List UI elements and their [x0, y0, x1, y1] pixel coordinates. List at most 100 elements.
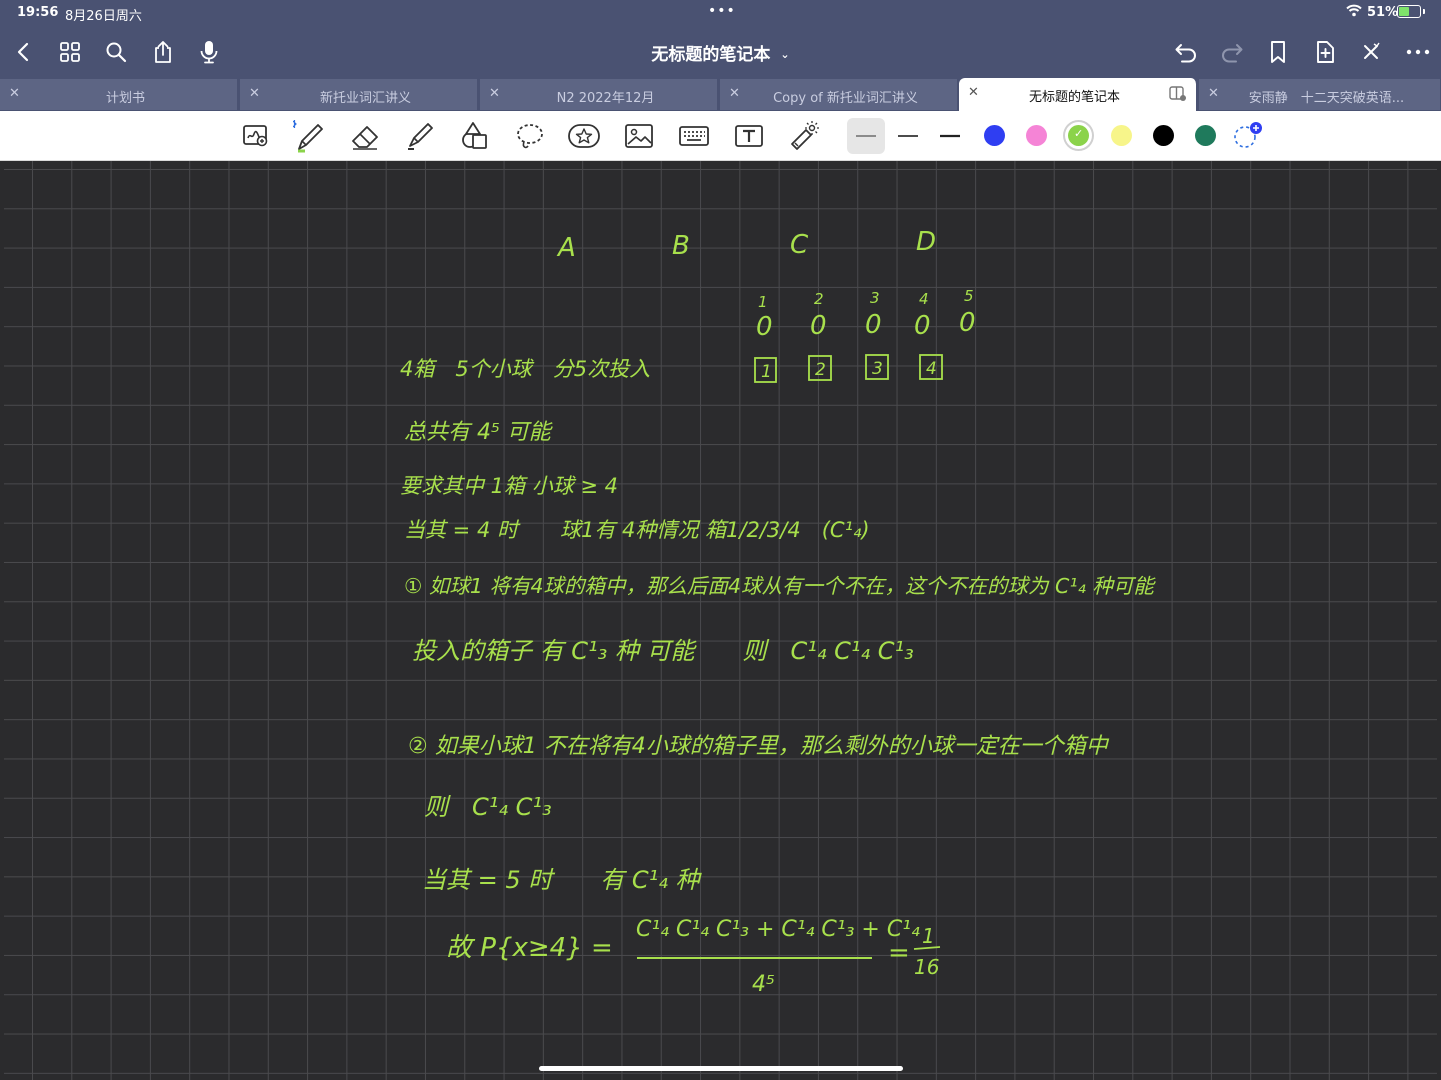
tab-close-icon[interactable]: ✕: [489, 86, 500, 101]
tab-untitled-notebook[interactable]: ✕ 无标题的笔记本: [959, 78, 1197, 111]
color-swatch-black[interactable]: [1153, 125, 1174, 146]
note-line-3: 要求其中 1箱 小球 ≥ 4: [400, 474, 618, 498]
undo-icon[interactable]: [1171, 37, 1201, 67]
drawing-toolbar: ✓: [0, 111, 1441, 161]
probability-formula: 故 P{x≥4} = C¹₄ C¹₄ C¹₃ + C¹₄ C¹₃ + C¹₄ 4…: [446, 917, 941, 997]
image-icon[interactable]: [622, 119, 656, 153]
text-box-icon[interactable]: [732, 119, 766, 153]
note-line-2: 总共有 4⁵ 可能: [404, 420, 554, 445]
ball-3: 03: [865, 289, 882, 340]
result-denominator: 16: [914, 955, 939, 979]
ball-circle: 0: [865, 310, 882, 340]
tab-label: N2 2022年12月: [556, 91, 655, 106]
ball-circle: 0: [756, 312, 773, 342]
laser-pointer-icon[interactable]: [787, 119, 821, 153]
tab-close-icon[interactable]: ✕: [249, 86, 260, 101]
tab-label: 新托业词汇讲义: [319, 91, 411, 106]
tab-n2[interactable]: ✕ N2 2022年12月: [480, 79, 718, 110]
chevron-down-icon[interactable]: ⌄: [780, 48, 789, 61]
battery-icon: [1397, 5, 1421, 18]
redo-icon[interactable]: [1217, 37, 1247, 67]
status-bar: 19:56 8月26日周六 ••• 51%: [0, 0, 1441, 26]
add-page-icon[interactable]: [1310, 37, 1340, 67]
color-swatch-pink[interactable]: [1026, 125, 1047, 146]
back-icon[interactable]: [8, 37, 38, 67]
tab-label: Copy of 新托业词汇讲义: [773, 91, 918, 106]
tab-english-book[interactable]: ✕ 安雨静 十二天突破英语...: [1199, 79, 1441, 110]
tab-close-icon[interactable]: ✕: [729, 86, 740, 101]
stroke-medium-button[interactable]: [889, 118, 927, 154]
bookmark-icon[interactable]: [1263, 37, 1293, 67]
tab-plan[interactable]: ✕ 计划书: [0, 79, 238, 110]
note-line-5: ① 如球1 将有4球的箱中，那么后面4球从有一个不在，这个不在的球为 C¹₄ 种…: [404, 574, 1156, 598]
stroke-thin-button[interactable]: [847, 118, 885, 154]
label-a: A: [556, 233, 576, 263]
battery-percentage: 51%: [1367, 5, 1399, 20]
note-line-4: 当其 = 4 时 球1有 4种情况 箱1/2/3/4 (C¹₄): [404, 518, 870, 542]
notebook-title[interactable]: 无标题的笔记本: [651, 45, 770, 65]
tab-label: 计划书: [105, 91, 145, 106]
box-4-number: 4: [926, 359, 937, 379]
shapes-icon[interactable]: [458, 119, 492, 153]
app-window: 19:56 8月26日周六 ••• 51% 无标题的笔记本 ⌄ ✕ 计划书 ✕ …: [0, 0, 1441, 1080]
color-swatch-blue[interactable]: [984, 125, 1005, 146]
formula-equals: =: [888, 938, 910, 968]
label-c: C: [790, 230, 809, 260]
formula-lhs: 故 P{x≥4} =: [446, 933, 613, 963]
note-line-7: ② 如果小球1 不在将有4小球的箱子里，那么剩外的小球一定在一个箱中: [408, 734, 1110, 759]
navigation-bar: 无标题的笔记本 ⌄: [0, 26, 1441, 78]
stroke-thick-button[interactable]: [931, 118, 969, 154]
more-icon[interactable]: [1403, 37, 1433, 67]
formula-numerator: C¹₄ C¹₄ C¹₃ + C¹₄ C¹₃ + C¹₄: [636, 917, 920, 942]
box-1-number: 1: [761, 362, 772, 382]
ball-circle: 0: [810, 311, 827, 341]
ball-row: 01 02 03 04 05: [756, 287, 976, 342]
lasso-icon[interactable]: [513, 119, 547, 153]
note-line-6: 投入的箱子 有 C¹₃ 种 可能 则 C¹₄ C¹₄ C¹₃: [412, 637, 914, 665]
box-2-number: 2: [815, 360, 826, 380]
ball-2: 02: [810, 290, 827, 341]
ball-5: 05: [959, 287, 976, 338]
tab-toeic-vocab[interactable]: ✕ 新托业词汇讲义: [240, 79, 478, 110]
result-numerator: 1: [922, 924, 935, 948]
home-indicator[interactable]: [539, 1066, 903, 1071]
mic-icon[interactable]: [194, 37, 224, 67]
multitasking-dots[interactable]: •••: [708, 3, 736, 19]
status-time: 19:56: [17, 5, 59, 20]
handwriting-layer: A B C D 01 02 03 04 05 1 2 3 4 4箱 5个小球 分…: [400, 227, 1156, 997]
share-icon[interactable]: [148, 37, 178, 67]
pen-icon[interactable]: [293, 119, 327, 153]
tab-close-icon[interactable]: ✕: [9, 86, 20, 101]
close-icon[interactable]: [1356, 37, 1386, 67]
formula-denominator: 4⁵: [752, 972, 775, 997]
ball-1: 01: [756, 293, 773, 342]
document-tab-bar: ✕ 计划书 ✕ 新托业词汇讲义 ✕ N2 2022年12月 ✕ Copy of …: [0, 78, 1441, 111]
note-line-8: 则 C¹₄ C¹₃: [424, 793, 552, 821]
grid-icon[interactable]: [55, 37, 85, 67]
highlighter-icon[interactable]: [403, 119, 437, 153]
ball-index: 2: [814, 290, 824, 308]
color-swatch-yellow[interactable]: [1111, 125, 1132, 146]
ball-circle: 0: [959, 308, 976, 338]
split-view-icon[interactable]: [1169, 86, 1187, 106]
color-swatch-green[interactable]: ✓: [1068, 125, 1089, 146]
tab-close-icon[interactable]: ✕: [1208, 86, 1219, 101]
color-swatch-dark-green[interactable]: [1195, 125, 1216, 146]
keyboard-icon[interactable]: [677, 119, 711, 153]
zoom-window-icon[interactable]: [239, 119, 273, 153]
tab-copy-toeic-vocab[interactable]: ✕ Copy of 新托业词汇讲义: [720, 79, 958, 110]
search-icon[interactable]: [101, 37, 131, 67]
tab-close-icon[interactable]: ✕: [968, 85, 979, 100]
ball-circle: 0: [914, 311, 931, 341]
ball-index: 4: [919, 290, 929, 308]
result-fraction-bar: [913, 946, 941, 950]
box-row: 1 2 3 4: [754, 354, 943, 383]
label-b: B: [672, 231, 690, 261]
ball-4: 04: [914, 290, 931, 341]
wifi-icon: [1346, 4, 1362, 21]
battery-level-fill: [1399, 7, 1409, 16]
sticker-icon[interactable]: [567, 119, 601, 153]
note-canvas[interactable]: A B C D 01 02 03 04 05 1 2 3 4 4箱 5个小球 分…: [4, 161, 1437, 1080]
add-color-icon[interactable]: [1230, 119, 1264, 153]
eraser-icon[interactable]: [348, 119, 382, 153]
